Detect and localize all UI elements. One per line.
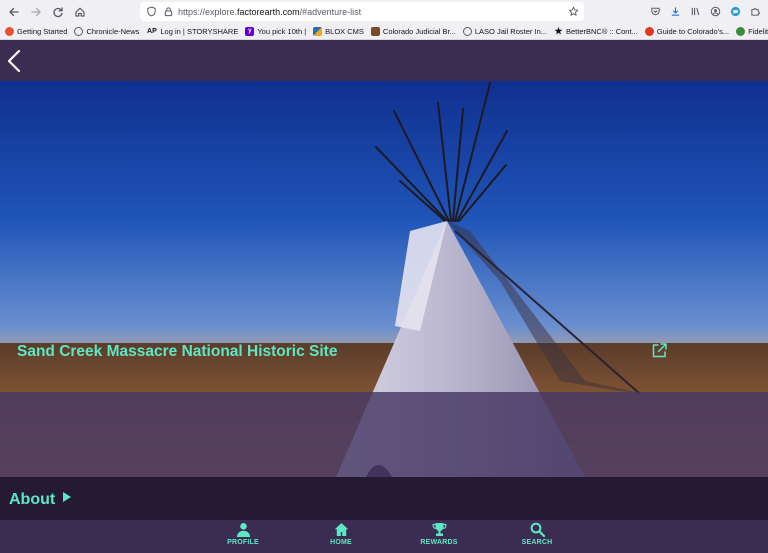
bookmark-item[interactable]: y You pick 10th | [245,26,307,36]
app-header [0,40,768,81]
library-button[interactable] [688,3,702,19]
play-triangle-icon[interactable] [62,491,72,503]
bookmark-label: BLOX CMS [325,26,364,36]
bookmark-label: LASO Jail Roster In... [474,26,547,36]
bookmark-item[interactable]: Guide to Colorado's... [644,26,730,36]
arrow-left-icon [9,7,19,16]
back-button[interactable] [4,48,26,74]
downloads-button[interactable] [668,3,682,19]
home-icon [334,523,348,536]
site-title: Sand Creek Massacre National Historic Si… [17,343,338,360]
pocket-button[interactable] [648,3,662,19]
url-bar[interactable]: https://explore.factorearth.com/#adventu… [140,2,584,21]
download-icon [671,6,679,16]
bookmarks-bar: Getting Started Chronicle-News AP Log in … [0,23,768,40]
url-path: /#adventure-list [299,6,362,17]
pocket-icon [650,7,660,15]
browser-back-button[interactable] [3,1,25,23]
browser-toolbar: https://explore.factorearth.com/#adventu… [0,0,768,23]
chat-extension-icon [730,6,740,16]
bookmark-label: BetterBNC® :: Cont... [566,26,638,36]
hero-image [0,81,768,477]
globe-icon [74,26,84,36]
about-section-bar[interactable] [0,477,768,520]
fidelity-icon [736,26,746,36]
browser-forward-button[interactable] [25,1,47,23]
court-icon [370,26,380,36]
chevron-left-icon [7,49,21,73]
nav-label: HOME [330,539,352,546]
bookmark-item[interactable]: Colorado Judicial Br... [370,26,456,36]
account-button[interactable] [708,3,722,19]
bookmark-item[interactable]: ★ BetterBNC® :: Cont... [554,25,638,36]
bookmark-item[interactable]: LASO Jail Roster In... [462,26,547,36]
star-icon: ★ [554,25,563,36]
bookmark-label: Colorado Judicial Br... [382,26,456,36]
blox-icon [313,26,323,36]
url-scheme: https://explore. [178,6,238,17]
bookmark-item[interactable]: Fidelity.com [736,26,768,36]
tipi-landscape-photo [0,81,768,477]
colorado-icon [644,26,654,36]
external-link-button[interactable] [651,342,668,359]
nav-label: REWARDS [420,539,458,546]
nav-item-profile[interactable]: PROFILE [213,522,273,552]
search-icon [530,522,545,537]
firefox-icon [5,26,14,36]
browser-home-button[interactable] [69,1,91,23]
bookmark-label: Guide to Colorado's... [656,26,730,36]
globe-icon [462,26,472,36]
bookmark-star-icon[interactable] [568,6,579,17]
bookmark-label: Chronicle-News [86,26,140,36]
arrow-right-icon [31,7,41,16]
yahoo-icon: y [245,26,255,36]
browser-reload-button[interactable] [47,1,69,23]
external-link-icon [652,343,667,358]
home-outline-icon [75,7,85,17]
toolbar-right-icons [648,3,762,19]
about-heading[interactable]: About [9,491,55,509]
bookmark-item[interactable]: BLOX CMS [313,26,364,36]
reload-icon [53,7,63,17]
nav-item-home[interactable]: HOME [311,522,371,552]
url-host: factorearth.com [237,6,300,17]
bottom-nav [0,520,768,553]
account-icon [710,6,720,16]
nav-item-search[interactable]: SEARCH [507,522,567,552]
bookmark-label: Getting Started [17,26,68,36]
url-text: https://explore.factorearth.com/#adventu… [178,7,361,17]
tracking-shield-icon [147,6,156,17]
bookmark-item[interactable]: AP Log in | STORYSHARE [146,27,238,36]
bookmark-item[interactable]: Chronicle-News [74,26,140,36]
library-icon [691,7,699,15]
app-window: https://explore.factorearth.com/#adventu… [0,0,768,553]
nav-item-rewards[interactable]: REWARDS [409,522,469,552]
bookmark-item[interactable]: Getting Started [5,26,68,36]
bookmark-label: Log in | STORYSHARE [160,26,239,36]
puzzle-icon [750,7,760,16]
nav-label: SEARCH [521,539,553,546]
extension-button[interactable] [728,3,742,19]
bookmark-label: You pick 10th | [257,26,307,36]
trophy-icon [432,523,446,536]
ap-icon: AP [147,27,157,35]
lock-icon [164,7,173,17]
nav-label: PROFILE [227,539,259,546]
extensions-button[interactable] [748,3,762,19]
person-icon [236,523,250,537]
bookmark-label: Fidelity.com [748,26,768,36]
